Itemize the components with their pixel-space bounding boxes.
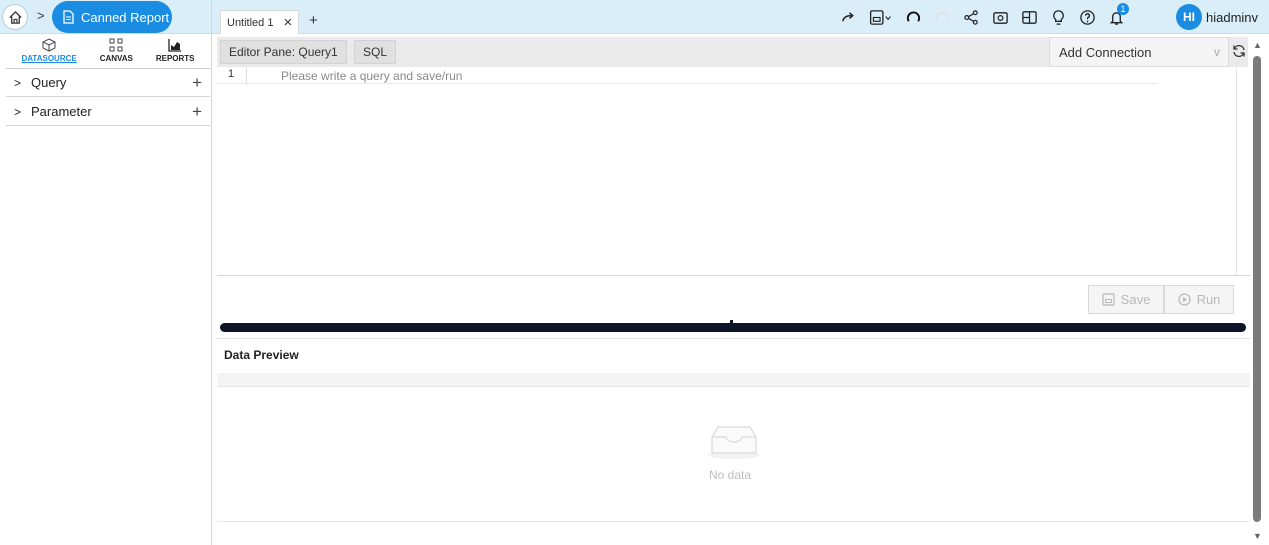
query-editor-placeholder[interactable]: Please write a query and save/run [281,69,462,83]
empty-inbox-icon [706,423,762,464]
breadcrumb-label: Canned Report [81,9,170,25]
add-parameter-icon[interactable]: + [192,102,202,122]
snapshot-icon[interactable] [986,3,1015,31]
run-label: Run [1196,292,1221,307]
toolbar: 1 [834,3,1131,31]
scrollbar-thumb[interactable] [1253,56,1261,522]
save-label: Save [1120,292,1151,307]
canvas-icon [109,38,123,52]
editor-bottom-border [217,275,1250,276]
preview-bottom-border [217,521,1250,522]
tab-reports-label: REPORTS [155,54,195,63]
home-button[interactable] [2,4,28,30]
sidebar-divider [211,0,212,545]
home-icon [8,10,22,24]
data-preview-title: Data Preview [224,348,299,362]
pane-splitter[interactable] [220,323,1246,332]
sql-tab[interactable]: SQL [354,40,397,64]
run-button[interactable]: Run [1164,285,1234,314]
bell-icon[interactable]: 1 [1102,3,1131,31]
preview-separator [217,338,1250,339]
sidebar-item-query[interactable]: > Query + [6,69,210,97]
refresh-connection-icon[interactable] [1232,44,1246,61]
tab-datasource[interactable]: DATASOURCE [21,38,77,68]
scroll-down-icon[interactable]: ▼ [1253,531,1262,541]
editor-pane-tab[interactable]: Editor Pane: Query1 [220,40,347,64]
sidebar-item-label: Query [31,75,67,90]
sidebar-item-parameter[interactable]: > Parameter + [6,98,210,126]
breadcrumb-chevron-icon: > [37,8,45,23]
connection-select[interactable]: Add Connection v [1049,37,1229,67]
user-caret-icon: v [1251,10,1259,25]
cube-icon [42,38,57,52]
add-query-icon[interactable]: + [192,73,202,93]
tab-canvas-label: CANVAS [99,54,133,63]
chevron-right-icon: > [14,104,22,119]
preview-table-header [217,373,1250,387]
chevron-right-icon: > [14,75,22,90]
sidebar-item-label: Parameter [31,104,92,119]
notification-badge: 1 [1117,3,1129,15]
tab-close-icon[interactable]: × [283,14,292,31]
tab-datasource-label: DATASOURCE [21,54,77,63]
sidebar-tabs: DATASOURCE CANVAS REPORTS [10,38,206,68]
reload-icon[interactable] [928,3,957,31]
user-name: hiadmin [1206,10,1252,25]
undo-icon[interactable] [899,3,928,31]
save-icon [1102,293,1115,306]
empty-text: No data [709,468,752,482]
save-icon[interactable] [863,3,899,31]
breadcrumb-current[interactable]: Canned Report [52,1,172,33]
tab-canvas[interactable]: CANVAS [100,38,133,68]
tab-reports[interactable]: REPORTS [156,38,195,68]
user-menu[interactable]: hiadminv [1206,10,1258,25]
help-icon[interactable] [1073,3,1102,31]
avatar[interactable]: HI [1176,4,1202,30]
report-file-icon [63,10,74,24]
editor-border [1236,68,1237,275]
redo-icon[interactable] [834,3,863,31]
bar-chart-icon [168,39,182,52]
bulb-icon[interactable] [1044,3,1073,31]
chevron-down-icon: v [1214,45,1220,59]
scroll-up-icon[interactable]: ▲ [1253,40,1262,50]
save-button[interactable]: Save [1088,285,1164,314]
connection-placeholder: Add Connection [1059,44,1152,60]
play-icon [1177,293,1191,306]
tab-untitled-1[interactable]: Untitled 1 × [220,10,300,34]
tab-label: Untitled 1 [227,16,274,29]
share-icon[interactable] [957,3,986,31]
add-tab-button[interactable]: + [309,12,318,29]
layout-icon[interactable] [1015,3,1044,31]
line-number: 1 [217,68,247,84]
